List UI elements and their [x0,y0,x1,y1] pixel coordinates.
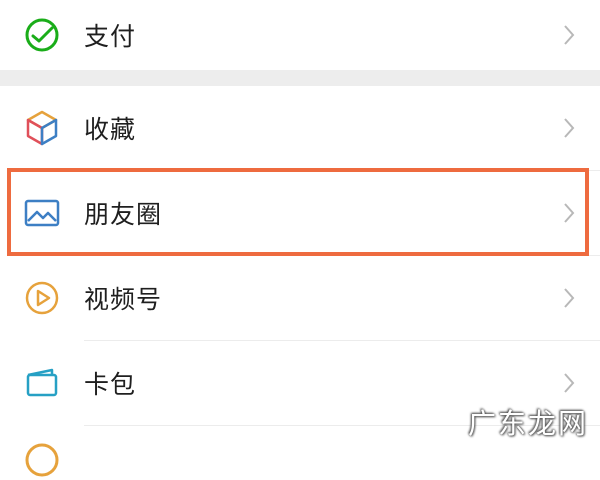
favorites-cube-icon [26,110,58,146]
menu-item-label: 朋友圈 [84,200,163,229]
chevron-right-icon [564,373,575,393]
menu-item-label: 卡包 [84,370,137,399]
card-wallet-icon [26,368,58,397]
chevron-right-icon [564,203,575,223]
menu-item-moments[interactable]: 朋友圈 [0,171,600,255]
watermark: 广东龙网 [467,407,588,440]
menu-item-pay[interactable]: 支付 [0,0,600,70]
emoji-icon [25,443,59,477]
channels-play-icon [25,281,59,315]
chevron-right-icon [564,25,575,45]
menu-item-label: 视频号 [84,285,163,314]
wechat-pay-icon [25,18,59,52]
chevron-right-icon [564,288,575,308]
section-gap [0,70,600,86]
menu-item-favorites[interactable]: 收藏 [0,86,600,170]
chevron-right-icon [564,118,575,138]
menu-item-channels[interactable]: 视频号 [0,256,600,340]
moments-image-icon [24,199,60,227]
menu-item-label: 支付 [84,22,137,51]
menu-item-label: 收藏 [84,115,137,144]
